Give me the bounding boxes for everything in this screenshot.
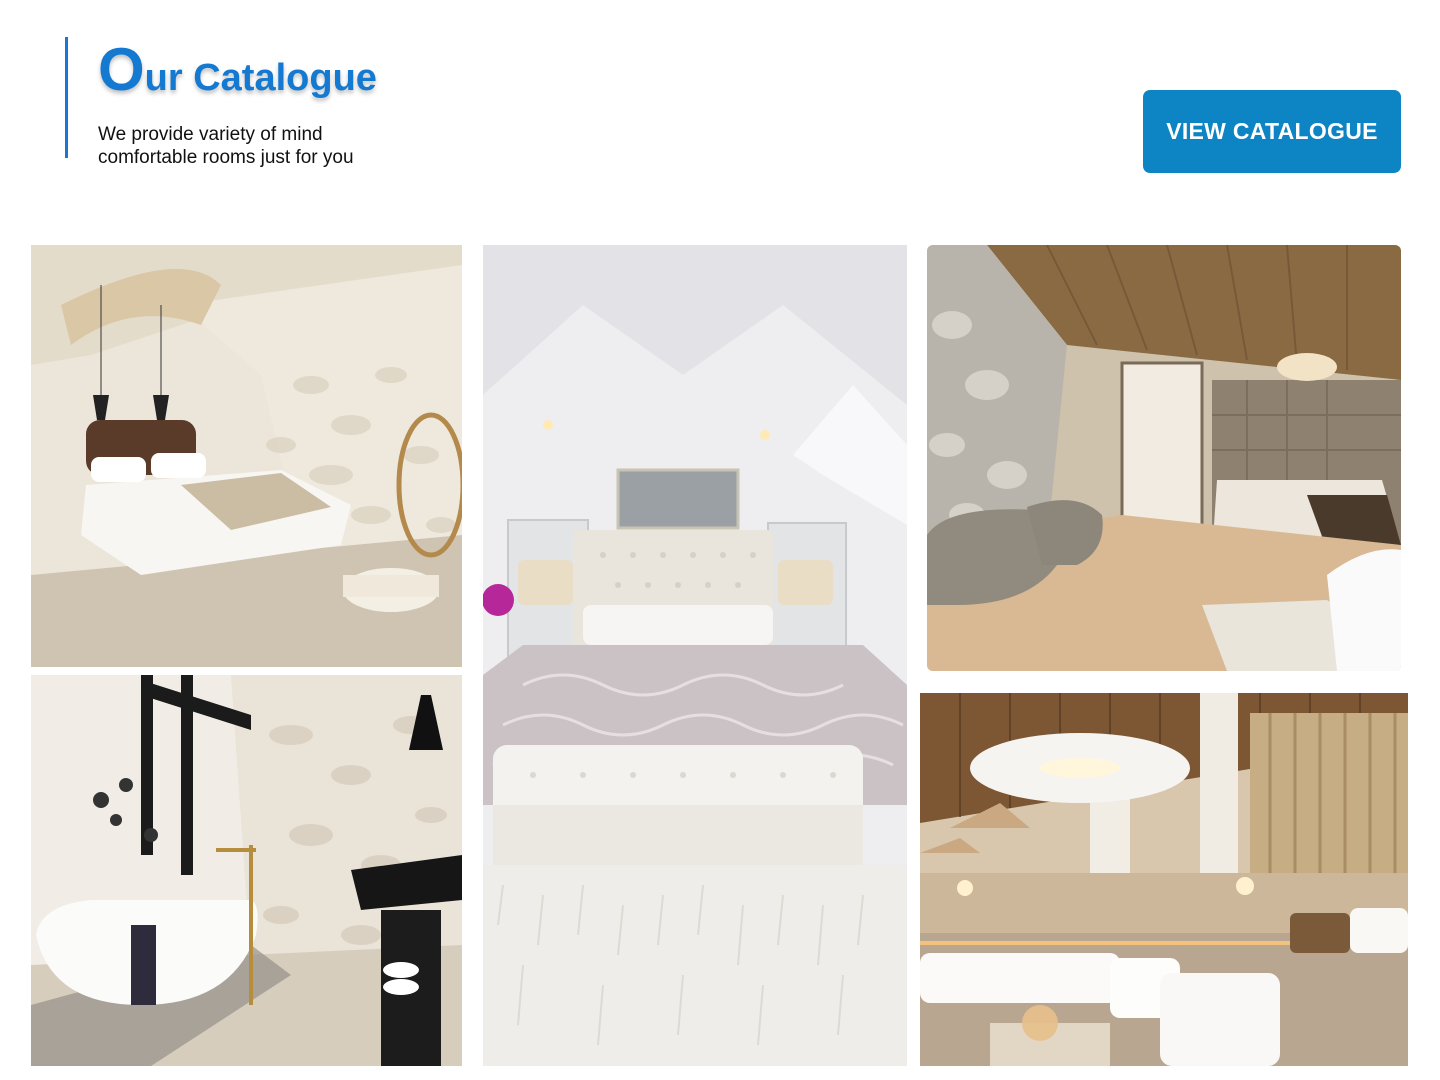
gallery-photo-hotel-lounge[interactable] <box>920 693 1408 1066</box>
attic-bedroom-image <box>483 245 907 1066</box>
view-catalogue-button[interactable]: VIEW CATALOGUE <box>1143 90 1401 173</box>
bathroom-image <box>31 675 462 1066</box>
catalogue-header: Our Catalogue We provide variety of mind… <box>0 0 1440 220</box>
page-subtitle: We provide variety of mind comfortable r… <box>98 124 354 168</box>
gallery-photo-bathroom[interactable] <box>31 675 462 1066</box>
gallery-photo-bedroom-stone-wall[interactable] <box>31 245 462 667</box>
hotel-lounge-image <box>920 693 1408 1066</box>
title-rest: ur Catalogue <box>144 57 377 99</box>
gallery-photo-attic-bedroom[interactable] <box>483 245 907 1066</box>
bedroom-stone-wall-image <box>31 245 462 667</box>
title-initial: O <box>98 36 145 103</box>
gallery-photo-wood-suite[interactable] <box>927 245 1401 671</box>
accent-bar <box>65 37 68 158</box>
wood-suite-image <box>927 245 1401 671</box>
page-title: Our Catalogue <box>98 40 377 100</box>
